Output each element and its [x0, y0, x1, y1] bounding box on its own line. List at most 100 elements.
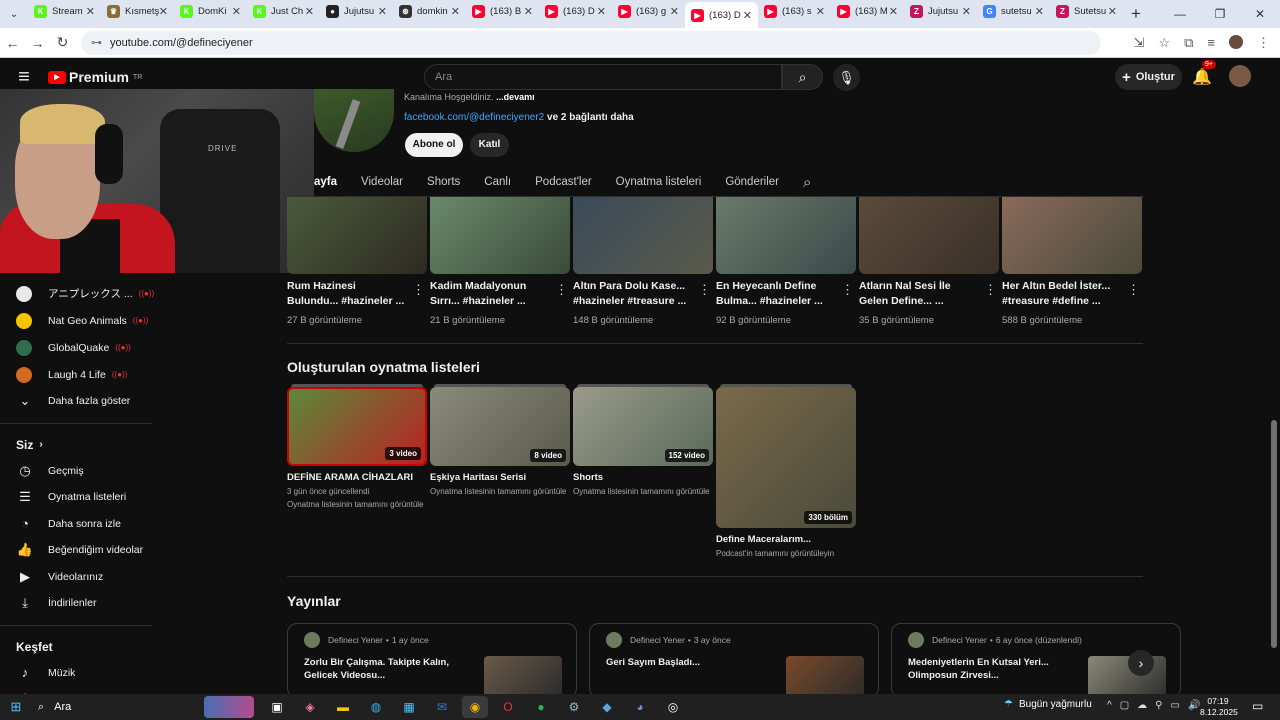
video-title[interactable]: Kadim Madalyonun Sırrı... #hazineler ... — [430, 279, 548, 309]
playlist-thumbnail[interactable]: 330 bölüm — [716, 387, 856, 528]
post-text[interactable]: Zorlu Bir Çalışma. Takipte Kalın, Gelice… — [304, 656, 474, 682]
browser-tab[interactable]: K Stream ✕ — [28, 0, 101, 22]
extensions-icon[interactable]: ⧉ — [1184, 35, 1193, 51]
account-avatar[interactable] — [1229, 65, 1251, 87]
playlist-card[interactable]: 3 video DEFİNE ARAMA CİHAZLARI 3 gün önce … — [287, 384, 427, 509]
video-thumbnail[interactable] — [430, 197, 570, 274]
tab-close-icon[interactable]: ✕ — [889, 5, 898, 18]
sidebar-item[interactable]: ⤓ İndirilenler — [0, 590, 155, 617]
post-author[interactable]: Defineci Yener — [932, 635, 987, 645]
playlist-thumbnail[interactable]: 3 video — [287, 387, 427, 466]
post-image[interactable] — [484, 656, 562, 697]
video-thumbnail[interactable] — [716, 197, 856, 274]
post-text[interactable]: Medeniyetlerin En Kutsal Yeri... Olimpos… — [908, 656, 1078, 682]
chrome-icon[interactable]: ◉ — [462, 696, 488, 718]
you-section-header[interactable]: Siz › — [0, 432, 155, 458]
forward-icon[interactable]: → — [25, 35, 50, 51]
video-menu-icon[interactable]: ⋮ — [412, 282, 425, 298]
tray-app-icon[interactable]: ▢ — [1120, 700, 1129, 711]
tab-close-icon[interactable]: ✕ — [305, 5, 314, 18]
tab-close-icon[interactable]: ✕ — [1108, 5, 1117, 18]
tray-overflow-icon[interactable]: ^ — [1107, 700, 1112, 711]
playlist-subtitle[interactable]: Oynatma listesinin tamamını görüntüle — [573, 487, 713, 496]
tab-close-icon[interactable]: ✕ — [232, 5, 241, 18]
clock[interactable]: 07:19 8.12.2025 — [1200, 696, 1238, 718]
post-author[interactable]: Defineci Yener — [630, 635, 685, 645]
tab-posts[interactable]: Gönderiler — [725, 176, 779, 188]
post-image[interactable] — [1088, 656, 1166, 697]
post-author[interactable]: Defineci Yener — [328, 635, 383, 645]
subscription-item[interactable]: Laugh 4 Life ((●)) — [0, 361, 155, 388]
reload-icon[interactable]: ↻ — [50, 34, 75, 51]
video-title[interactable]: Her Altın Bedel İster... #treasure #defi… — [1002, 279, 1120, 309]
playlist-title[interactable]: Define Maceralarım... — [716, 534, 856, 545]
tab-playlists[interactable]: Oynatma listeleri — [616, 176, 702, 188]
tab-search-icon[interactable]: ⌄ — [0, 0, 28, 28]
video-card[interactable]: Her Altın Bedel İster... #treasure #defi… — [1002, 197, 1142, 326]
outlook-icon[interactable]: ✉ — [429, 696, 455, 718]
tab-videos[interactable]: Videolar — [361, 176, 403, 188]
post-image[interactable] — [786, 656, 864, 697]
post-author-avatar[interactable] — [304, 632, 320, 648]
browser-tab[interactable]: ▶ (163) s ✕ — [758, 0, 831, 22]
post-text[interactable]: Geri Sayım Başladı... — [606, 656, 776, 669]
browser-tab[interactable]: ▶ (163) g ✕ — [612, 0, 685, 22]
shelf-next-arrow-icon[interactable]: › — [1128, 650, 1154, 676]
post-card[interactable]: Defineci Yener • 3 ay önce Geri Sayım Baş… — [589, 623, 879, 698]
notifications-bell-icon[interactable]: 🔔 — [1192, 67, 1212, 87]
browser-tab[interactable]: Gsutetsu ✕ — [977, 0, 1050, 22]
subscription-item[interactable]: アニプレックス ... ((●)) — [0, 280, 155, 307]
opera-icon[interactable]: O — [495, 696, 521, 718]
tab-close-icon[interactable]: ✕ — [1035, 5, 1044, 18]
playlist-subtitle[interactable]: Oynatma listesinin tamamını görüntüle — [430, 487, 570, 496]
restore-icon[interactable]: ❐ — [1200, 7, 1240, 21]
video-menu-icon[interactable]: ⋮ — [698, 282, 711, 298]
steam-icon[interactable]: ⚙ — [561, 696, 587, 718]
post-card[interactable]: Defineci Yener • 1 ay önce Zorlu Bir Çalı… — [287, 623, 577, 698]
video-title[interactable]: Atların Nal Sesi İle Gelen Define... ... — [859, 279, 977, 309]
tab-shorts[interactable]: Shorts — [427, 176, 460, 188]
subscription-item[interactable]: GlobalQuake ((●)) — [0, 334, 155, 361]
task-view-icon[interactable]: ▣ — [264, 696, 290, 718]
playlist-title[interactable]: Eşkiya Haritası Serisi — [430, 472, 570, 483]
playlist-title[interactable]: Shorts — [573, 472, 713, 483]
spotify-icon[interactable]: ● — [528, 696, 554, 718]
sidebar-item[interactable]: 👍 Beğendiğim videolar — [0, 537, 155, 564]
tab-close-icon[interactable]: ✕ — [816, 5, 825, 18]
browser-tab[interactable]: ⊛ domkin ✕ — [393, 0, 466, 22]
site-info-icon[interactable]: ⊶ — [91, 36, 102, 49]
sidebar-item[interactable]: ◷ Geçmiş — [0, 458, 155, 485]
show-more-button[interactable]: ⌄ Daha fazla göster — [0, 388, 155, 415]
tab-podcasts[interactable]: Podcast'ler — [535, 176, 592, 188]
tab-close-icon[interactable]: ✕ — [962, 5, 971, 18]
playlist-card[interactable]: 152 video Shorts Oynatma listesinin tamamı… — [573, 384, 713, 496]
voice-search-button[interactable]: 🎙 — [833, 64, 860, 91]
copilot-icon[interactable]: ◈ — [297, 696, 323, 718]
search-input[interactable]: Ara — [424, 64, 782, 90]
search-highlight-image[interactable] — [204, 696, 254, 718]
posts-section-title[interactable]: Yayınlar — [287, 593, 341, 609]
browser-tab[interactable]: ▶ (163) B ✕ — [466, 0, 539, 22]
tab-close-icon[interactable]: ✕ — [743, 9, 752, 22]
minimize-icon[interactable]: — — [1160, 7, 1200, 21]
browser-tab[interactable]: K DomKi ✕ — [174, 0, 247, 22]
tab-live[interactable]: Canlı — [484, 176, 511, 188]
browser-tab[interactable]: ▶ (163) D ✕ — [685, 2, 758, 28]
windows-start-icon[interactable]: ⊞ — [0, 699, 32, 715]
tab-close-icon[interactable]: ✕ — [670, 5, 679, 18]
bookmark-star-icon[interactable]: ☆ — [1158, 35, 1170, 51]
playlist-subtitle[interactable]: Podcast'in tamamını görüntüleyin — [716, 549, 856, 558]
tab-home[interactable]: ayfa — [314, 176, 337, 188]
video-card[interactable]: En Heyecanlı Define Bulma... #hazineler … — [716, 197, 856, 326]
menu-icon[interactable]: ⋮ — [1257, 35, 1270, 51]
network-icon[interactable]: ▭ — [1170, 700, 1179, 711]
notification-center-icon[interactable]: ▭ — [1252, 699, 1263, 713]
tab-close-icon[interactable]: ✕ — [378, 5, 387, 18]
tab-close-icon[interactable]: ✕ — [597, 5, 606, 18]
video-card[interactable]: Rum Hazinesi Bulundu... #hazineler ... ⋮ 2… — [287, 197, 427, 326]
vpn-icon[interactable]: ◆ — [594, 696, 620, 718]
sidebar-item[interactable]: ♪ Müzik — [0, 660, 155, 687]
playlists-section-title[interactable]: Oluşturulan oynatma listeleri — [287, 359, 480, 375]
usb-icon[interactable]: ⚲ — [1155, 700, 1162, 711]
video-menu-icon[interactable]: ⋮ — [555, 282, 568, 298]
